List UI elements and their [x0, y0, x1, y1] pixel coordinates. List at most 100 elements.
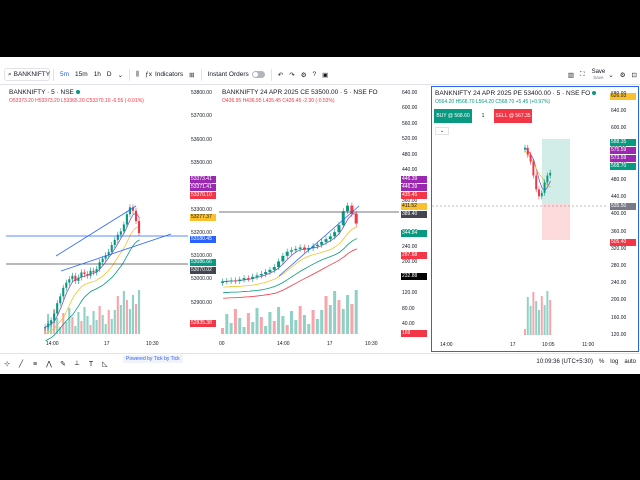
volume-bar: [311, 310, 315, 334]
price-axis-label: 52900.00: [191, 299, 212, 306]
candle-body: [128, 207, 131, 215]
price-tag: 169: [401, 330, 427, 337]
volume-bar: [233, 309, 237, 334]
volume-bar: [86, 316, 89, 334]
pattern-icon[interactable]: ⋀: [42, 358, 56, 370]
ruler-icon[interactable]: ⟂: [70, 358, 84, 370]
pane-title-text: BANKNIFTY 24 APR 2025 CE 53500.00 · 5 · …: [222, 89, 378, 96]
volume-bar: [540, 296, 543, 335]
candle-body: [290, 250, 294, 252]
volume-bar: [95, 320, 98, 334]
price-axis-label: 480.00: [611, 177, 627, 183]
volume-bar: [524, 329, 526, 335]
price-axis-label: 240.00: [611, 280, 627, 287]
price-tag: 344.84: [401, 230, 427, 237]
volume-bar: [229, 323, 233, 334]
volume-bar: [285, 325, 289, 334]
time-axis-label: 14:00: [46, 341, 59, 347]
auto-toggle[interactable]: auto: [624, 359, 636, 365]
volume-bar: [107, 310, 110, 334]
quantity-field[interactable]: 1: [476, 109, 490, 123]
chart-pane-pe[interactable]: BANKNIFTY 24 APR 2025 PE 53400.00 · 5 · …: [431, 86, 639, 352]
toggle-switch[interactable]: [251, 71, 265, 78]
price-tag: 575.59: [610, 147, 636, 154]
crosshair-icon[interactable]: ⊹: [0, 358, 14, 370]
chevron-down-icon[interactable]: ⌄: [605, 67, 616, 83]
bar-style-icon[interactable]: ⫼: [133, 67, 142, 83]
volume-bar: [128, 309, 131, 334]
price-tag: 446.39: [401, 184, 427, 191]
help-icon[interactable]: ?: [310, 67, 320, 83]
undo-icon[interactable]: ↶: [275, 67, 286, 83]
candle-body: [62, 287, 65, 297]
interval-d[interactable]: D: [104, 67, 115, 83]
buy-button[interactable]: BUY @ 568.60: [434, 109, 472, 123]
time-axis-label: 10:30: [365, 341, 378, 347]
measure-icon[interactable]: ◺: [98, 358, 112, 370]
ohlc-readout: O53373.20 H53373.20 L53365.20 C53370.10 …: [9, 98, 144, 104]
templates-icon[interactable]: ⊞: [186, 67, 197, 83]
candle-body: [92, 270, 95, 273]
pane-title-text: BANKNIFTY 24 APR 2025 PE 53400.00 · 5 · …: [435, 90, 591, 97]
price-axis-label: 320.00: [611, 245, 627, 252]
volume-bar: [538, 310, 540, 335]
redo-icon[interactable]: ↷: [286, 67, 297, 83]
instant-orders-toggle[interactable]: Instant Orders: [205, 67, 268, 83]
percent-toggle[interactable]: %: [599, 359, 604, 365]
market-open-dot: [75, 90, 80, 94]
settings-icon[interactable]: ⚙: [298, 67, 310, 83]
volume-bar: [277, 307, 281, 334]
indicators-button[interactable]: ƒx Indicators: [142, 67, 186, 83]
chevron-down-icon[interactable]: ⌄: [115, 67, 126, 83]
log-toggle[interactable]: log: [610, 359, 618, 365]
volume-bar: [98, 306, 101, 334]
layout-icon[interactable]: ▥: [565, 67, 577, 83]
candle-body: [298, 247, 302, 249]
candle-body: [113, 239, 116, 245]
price-tag: 573.59: [610, 155, 636, 162]
ohlc-readout: O436.95 H436.95 L435.45 C435.45 -2.30 (-…: [222, 98, 335, 104]
fib-icon[interactable]: ≡: [28, 358, 42, 370]
loss-zone: [542, 204, 570, 240]
powered-by-badge[interactable]: Powered by Tick by Tick: [123, 355, 183, 363]
chart-canvas[interactable]: [432, 87, 638, 351]
fullscreen-icon[interactable]: ⛶: [577, 67, 588, 83]
candle-body: [294, 248, 298, 251]
price-axis-label: 53300.00: [191, 206, 212, 213]
text-icon[interactable]: T: [84, 358, 98, 370]
market-open-dot: [592, 91, 597, 95]
interval-1h[interactable]: 1h: [91, 67, 104, 83]
chart-canvas[interactable]: [219, 86, 429, 352]
price-tag: 287.68: [401, 252, 427, 259]
screenshot-icon[interactable]: ▣: [319, 67, 331, 83]
volume-bar: [268, 312, 272, 334]
price-tag: 588.35: [610, 139, 636, 146]
interval-5m[interactable]: 5m: [57, 67, 72, 83]
brush-icon[interactable]: ✎: [56, 358, 70, 370]
symbol-search[interactable]: ⌕ BANKNIFTY: [4, 68, 50, 81]
chart-pane-ce[interactable]: BANKNIFTY 24 APR 2025 CE 53500.00 · 5 · …: [219, 86, 429, 352]
volume-bar: [101, 315, 104, 334]
volume-bar: [532, 292, 535, 335]
chart-canvas[interactable]: [6, 86, 218, 352]
camera-icon[interactable]: ⊡: [629, 67, 640, 83]
chart-pane-banknifty[interactable]: BANKNIFTY · 5 · NSE O53373.20 H53373.20 …: [6, 86, 218, 352]
price-axis-label: 520.00: [402, 136, 418, 143]
volume-bar: [83, 307, 86, 334]
trendline-icon[interactable]: ╱: [14, 358, 28, 370]
sell-button[interactable]: SELL @ 567.35: [494, 109, 532, 123]
volume-bar: [264, 326, 268, 334]
candle-body: [89, 270, 92, 276]
save-button[interactable]: Save Save: [592, 69, 606, 81]
price-axis-label: 53600.00: [191, 136, 212, 143]
volume-bar: [116, 296, 119, 334]
interval-15m[interactable]: 15m: [72, 67, 91, 83]
volume-bar: [110, 319, 113, 334]
volume-bar: [80, 321, 83, 334]
price-tag: 53277.37: [190, 214, 216, 221]
collapse-chevron-icon[interactable]: ⌄: [435, 127, 449, 135]
volume-bar: [346, 295, 350, 334]
volume-bar: [122, 291, 125, 334]
price-axis-label: 240.00: [402, 244, 418, 250]
gear-icon[interactable]: ⚙: [617, 67, 629, 83]
